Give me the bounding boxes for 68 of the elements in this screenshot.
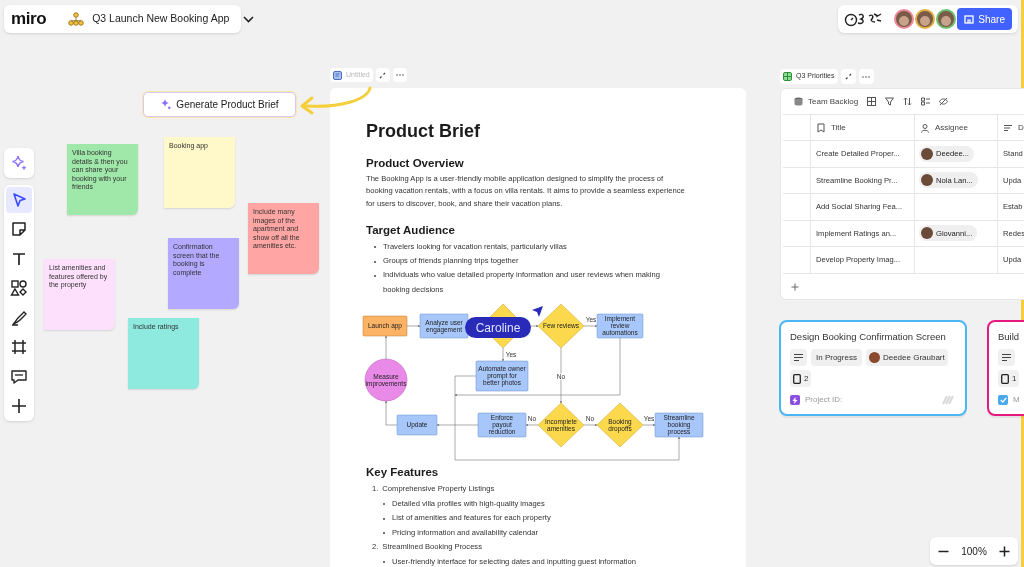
sparkle-icon[interactable] [10, 154, 28, 172]
expand-icon [844, 73, 852, 80]
shapes-icon [10, 279, 28, 298]
board-title[interactable]: Q3 Launch New Booking App [92, 11, 230, 27]
chevron-down-icon[interactable] [243, 15, 255, 23]
assignee-chip[interactable]: Deedee Graubart [865, 349, 948, 367]
avatar[interactable] [894, 9, 914, 29]
frame-icon [10, 338, 28, 357]
bookmark-icon [816, 122, 826, 133]
expand-icon [379, 71, 387, 79]
cursor-name-tag: Caroline [465, 317, 531, 339]
org-chart-icon [68, 12, 85, 26]
plus-icon [10, 396, 28, 415]
document-icon [793, 373, 801, 384]
share-button[interactable]: Share [957, 8, 1012, 30]
avatar [921, 174, 933, 187]
section-heading: Target Audience [366, 222, 456, 237]
cursor-icon [532, 306, 543, 318]
card-title: Design Booking Confirmation Screen [790, 330, 947, 344]
avatar [868, 352, 880, 364]
hide-icon[interactable] [939, 97, 949, 106]
field-label: Project ID: [805, 394, 843, 407]
lines-icon [794, 354, 803, 362]
section-heading: Product Overview [366, 156, 465, 170]
count-chip[interactable]: 1 [998, 370, 1020, 388]
sticky-note-icon [10, 220, 28, 239]
lines-icon [1002, 354, 1011, 362]
task-card[interactable]: Design Booking Confirmation Screen In Progress Deedee Graubart 2 Project ID: [779, 320, 967, 416]
logo[interactable]: miro [11, 6, 47, 32]
card-title: Build [998, 330, 1021, 344]
table-icon [783, 72, 792, 81]
status-chip[interactable]: In Progress [811, 349, 862, 367]
task-card[interactable]: Build 1 M [987, 320, 1024, 416]
lines-icon [1003, 122, 1013, 133]
avatar[interactable] [915, 9, 935, 29]
column-header[interactable]: Assignee [935, 121, 968, 134]
count-chip[interactable]: 2 [790, 370, 812, 388]
checkbox[interactable] [998, 395, 1008, 406]
document-icon [1001, 373, 1009, 384]
view-name[interactable]: Team Backlog [808, 95, 859, 108]
zoom-level[interactable]: 100% [961, 543, 987, 559]
app-logo-icon [942, 395, 954, 406]
description-chip[interactable] [998, 349, 1015, 367]
field-label: M [1013, 394, 1020, 407]
board-icon [964, 14, 975, 24]
plus-icon[interactable] [999, 545, 1010, 557]
sparkle-icon [160, 99, 172, 110]
sort-icon[interactable] [903, 97, 913, 106]
column-header[interactable]: D [1018, 121, 1024, 134]
timer-logo-icon[interactable] [844, 11, 884, 27]
generate-button[interactable]: Generate Product Brief [143, 92, 296, 117]
document-icon [333, 70, 342, 80]
cursor-icon [10, 191, 28, 209]
description-chip[interactable] [790, 349, 807, 367]
grid-icon[interactable] [867, 97, 877, 106]
avatar [921, 227, 933, 240]
document-title: Product Brief [366, 120, 481, 143]
person-icon [920, 122, 930, 133]
section-heading: Key Features [366, 465, 440, 480]
database-icon [794, 97, 803, 106]
avatar[interactable] [936, 9, 956, 29]
comment-icon [10, 367, 28, 386]
avatar [921, 147, 933, 160]
more-icon [862, 75, 870, 78]
column-header[interactable]: Title [831, 121, 846, 134]
filter-icon[interactable] [885, 97, 895, 106]
group-icon[interactable] [921, 97, 931, 106]
lightning-icon [790, 395, 800, 406]
